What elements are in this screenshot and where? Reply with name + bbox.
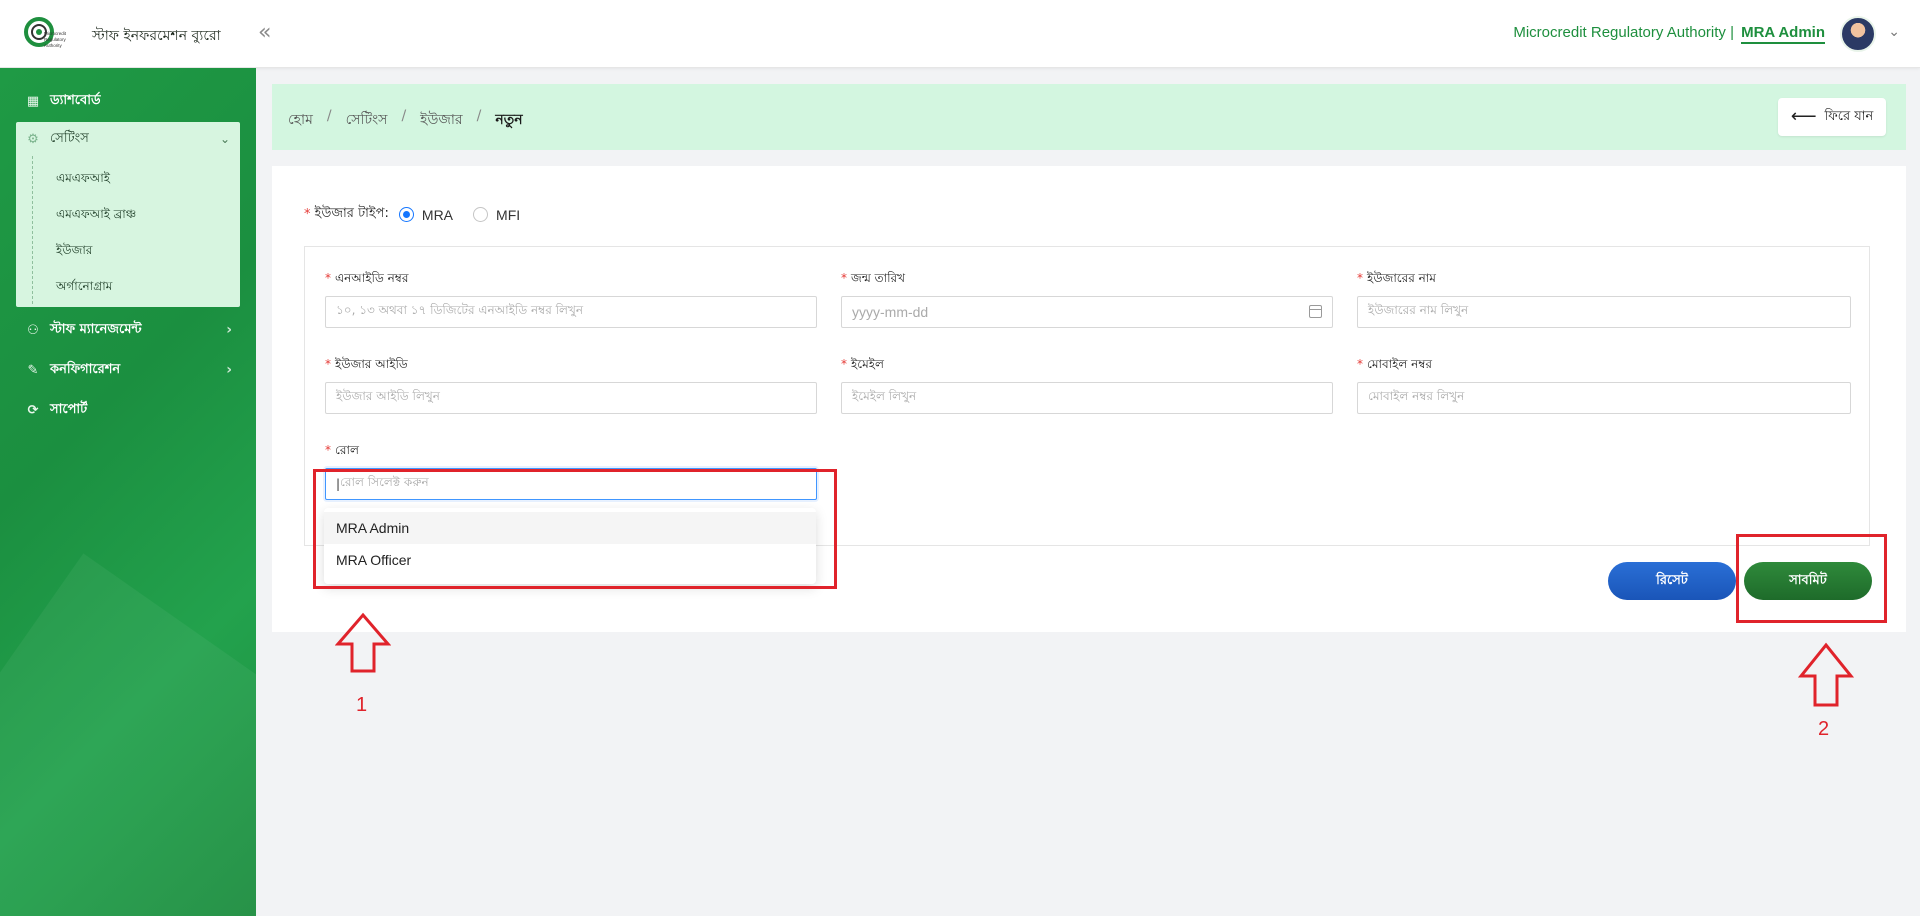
svg-text:Regulatory: Regulatory: [44, 37, 67, 42]
breadcrumb-separator: /: [326, 108, 332, 124]
avatar[interactable]: [1840, 16, 1876, 52]
user-type-label: ইউজার টাইপ:: [314, 206, 389, 221]
breadcrumb-home[interactable]: হোম: [288, 108, 313, 132]
annotation-label-2: 2: [1818, 718, 1830, 740]
back-button-label: ফিরে যান: [1824, 108, 1874, 124]
submit-button[interactable]: সাবমিট: [1744, 562, 1872, 600]
chevron-right-icon: ›: [226, 322, 232, 338]
sidebar-item-label: কনফিগারেশন: [50, 361, 121, 377]
radio-mra[interactable]: [398, 207, 414, 222]
dob-date-picker[interactable]: yyyy-mm-dd: [841, 296, 1333, 328]
sidebar-subitem-mfi-branch[interactable]: এমএফআই ব্রাঞ্চ: [56, 206, 136, 226]
collapse-sidebar-icon[interactable]: «: [258, 20, 271, 46]
breadcrumb-settings[interactable]: সেটিংস: [346, 108, 388, 132]
breadcrumb-separator: /: [401, 108, 407, 124]
required-marker: *: [304, 207, 311, 222]
sidebar-item-support[interactable]: ⟳ সাপোর্ট: [16, 393, 240, 427]
refresh-icon: ⟳: [27, 402, 39, 418]
email-label: * ইমেইল: [841, 357, 884, 371]
gear-icon: ⚙: [27, 131, 39, 147]
user-type-group: * ইউজার টাইপ: MRA MFI: [304, 204, 520, 225]
users-icon: ⚇: [27, 322, 39, 338]
user-form-card: * ইউজার টাইপ: MRA MFI * এনআইডি নম্বর ১০, …: [272, 166, 1906, 632]
breadcrumb-current: নতুন: [495, 112, 523, 128]
sidebar-item-configuration[interactable]: ✎ কনফিগারেশন ›: [16, 353, 240, 387]
breadcrumb: হোম / সেটিংস / ইউজার / নতুন: [288, 108, 523, 132]
breadcrumb-user[interactable]: ইউজার: [420, 108, 462, 132]
dashboard-icon: ▦: [26, 93, 40, 109]
app-name: স্টাফ ইনফরমেশন ব্যুরো: [92, 28, 221, 44]
user-id-input[interactable]: ইউজার আইডি লিখুন: [325, 382, 817, 414]
sidebar-item-label: সেটিংস: [50, 130, 89, 146]
dob-label: * জন্ম তারিখ: [841, 271, 906, 285]
breadcrumb-bar: হোম / সেটিংস / ইউজার / নতুন ⟵ ফিরে যান: [272, 84, 1906, 150]
calendar-icon[interactable]: [1309, 305, 1322, 318]
sidebar-subitem-user[interactable]: ইউজার: [56, 242, 92, 262]
submenu-guide-line: [32, 156, 33, 304]
org-name: Microcredit Regulatory Authority |: [1513, 24, 1734, 41]
sidebar: ▦ ড্যাশবোর্ড ⚙ সেটিংস ⌄ এমএফআই এমএফআই ব্…: [0, 68, 256, 916]
reset-button[interactable]: রিসেট: [1608, 562, 1736, 600]
radio-mfi-label[interactable]: MFI: [496, 207, 520, 223]
role-option-mra-officer[interactable]: MRA Officer: [324, 544, 816, 576]
radio-mfi[interactable]: [473, 207, 489, 222]
user-id-label: * ইউজার আইডি: [325, 357, 408, 371]
mobile-input[interactable]: মোবাইল নম্বর লিখুন: [1357, 382, 1851, 414]
user-name-link[interactable]: MRA Admin: [1741, 24, 1825, 44]
sidebar-item-settings[interactable]: ⚙ সেটিংস ⌄: [16, 122, 240, 156]
sidebar-item-staff-management[interactable]: ⚇ স্টাফ ম্যানেজমেন্ট ›: [16, 313, 240, 347]
svg-text:Authority: Authority: [44, 43, 63, 48]
chevron-down-icon: ⌄: [219, 132, 230, 146]
mobile-label: * মোবাইল নম্বর: [1357, 357, 1433, 371]
sidebar-item-dashboard[interactable]: ▦ ড্যাশবোর্ড: [16, 84, 240, 118]
email-input[interactable]: ইমেইল লিখুন: [841, 382, 1333, 414]
sidebar-item-label: সাপোর্ট: [50, 401, 88, 417]
sidebar-item-label: স্টাফ ম্যানেজমেন্ট: [50, 321, 142, 337]
sidebar-settings-group: ⚙ সেটিংস ⌄ এমএফআই এমএফআই ব্রাঞ্চ ইউজার অ…: [16, 122, 240, 307]
chevron-down-icon[interactable]: ⌄: [1888, 24, 1900, 40]
role-dropdown: MRA Admin MRA Officer: [324, 508, 816, 584]
username-label: * ইউজারের নাম: [1357, 271, 1436, 285]
radio-mra-label[interactable]: MRA: [422, 207, 453, 223]
breadcrumb-separator: /: [476, 108, 482, 124]
up-arrow-icon: [1798, 642, 1854, 707]
up-arrow-icon: [335, 612, 391, 673]
nid-label: * এনআইডি নম্বর: [325, 271, 409, 285]
username-input[interactable]: ইউজারের নাম লিখুন: [1357, 296, 1851, 328]
top-header: Microcredit Regulatory Authority স্টাফ ই…: [0, 0, 1920, 68]
sidebar-subitem-mfi[interactable]: এমএফআই: [56, 170, 110, 190]
chevron-right-icon: ›: [226, 362, 232, 378]
role-select[interactable]: | রোল সিলেক্ট করুন: [325, 468, 817, 500]
back-button[interactable]: ⟵ ফিরে যান: [1778, 98, 1886, 136]
role-label: * রোল: [325, 443, 359, 457]
role-option-mra-admin[interactable]: MRA Admin: [324, 512, 816, 544]
svg-text:Microcredit: Microcredit: [44, 31, 67, 36]
annotation-label-1: 1: [356, 694, 368, 716]
wrench-icon: ✎: [27, 362, 39, 378]
sidebar-item-label: ড্যাশবোর্ড: [50, 92, 101, 108]
sidebar-subitem-organogram[interactable]: অর্গানোগ্রাম: [56, 278, 112, 298]
arrow-left-icon: ⟵: [1790, 106, 1817, 127]
mra-logo: Microcredit Regulatory Authority: [24, 17, 67, 48]
nid-input[interactable]: ১০, ১৩ অথবা ১৭ ডিজিটের এনআইডি নম্বর লিখু…: [325, 296, 817, 328]
